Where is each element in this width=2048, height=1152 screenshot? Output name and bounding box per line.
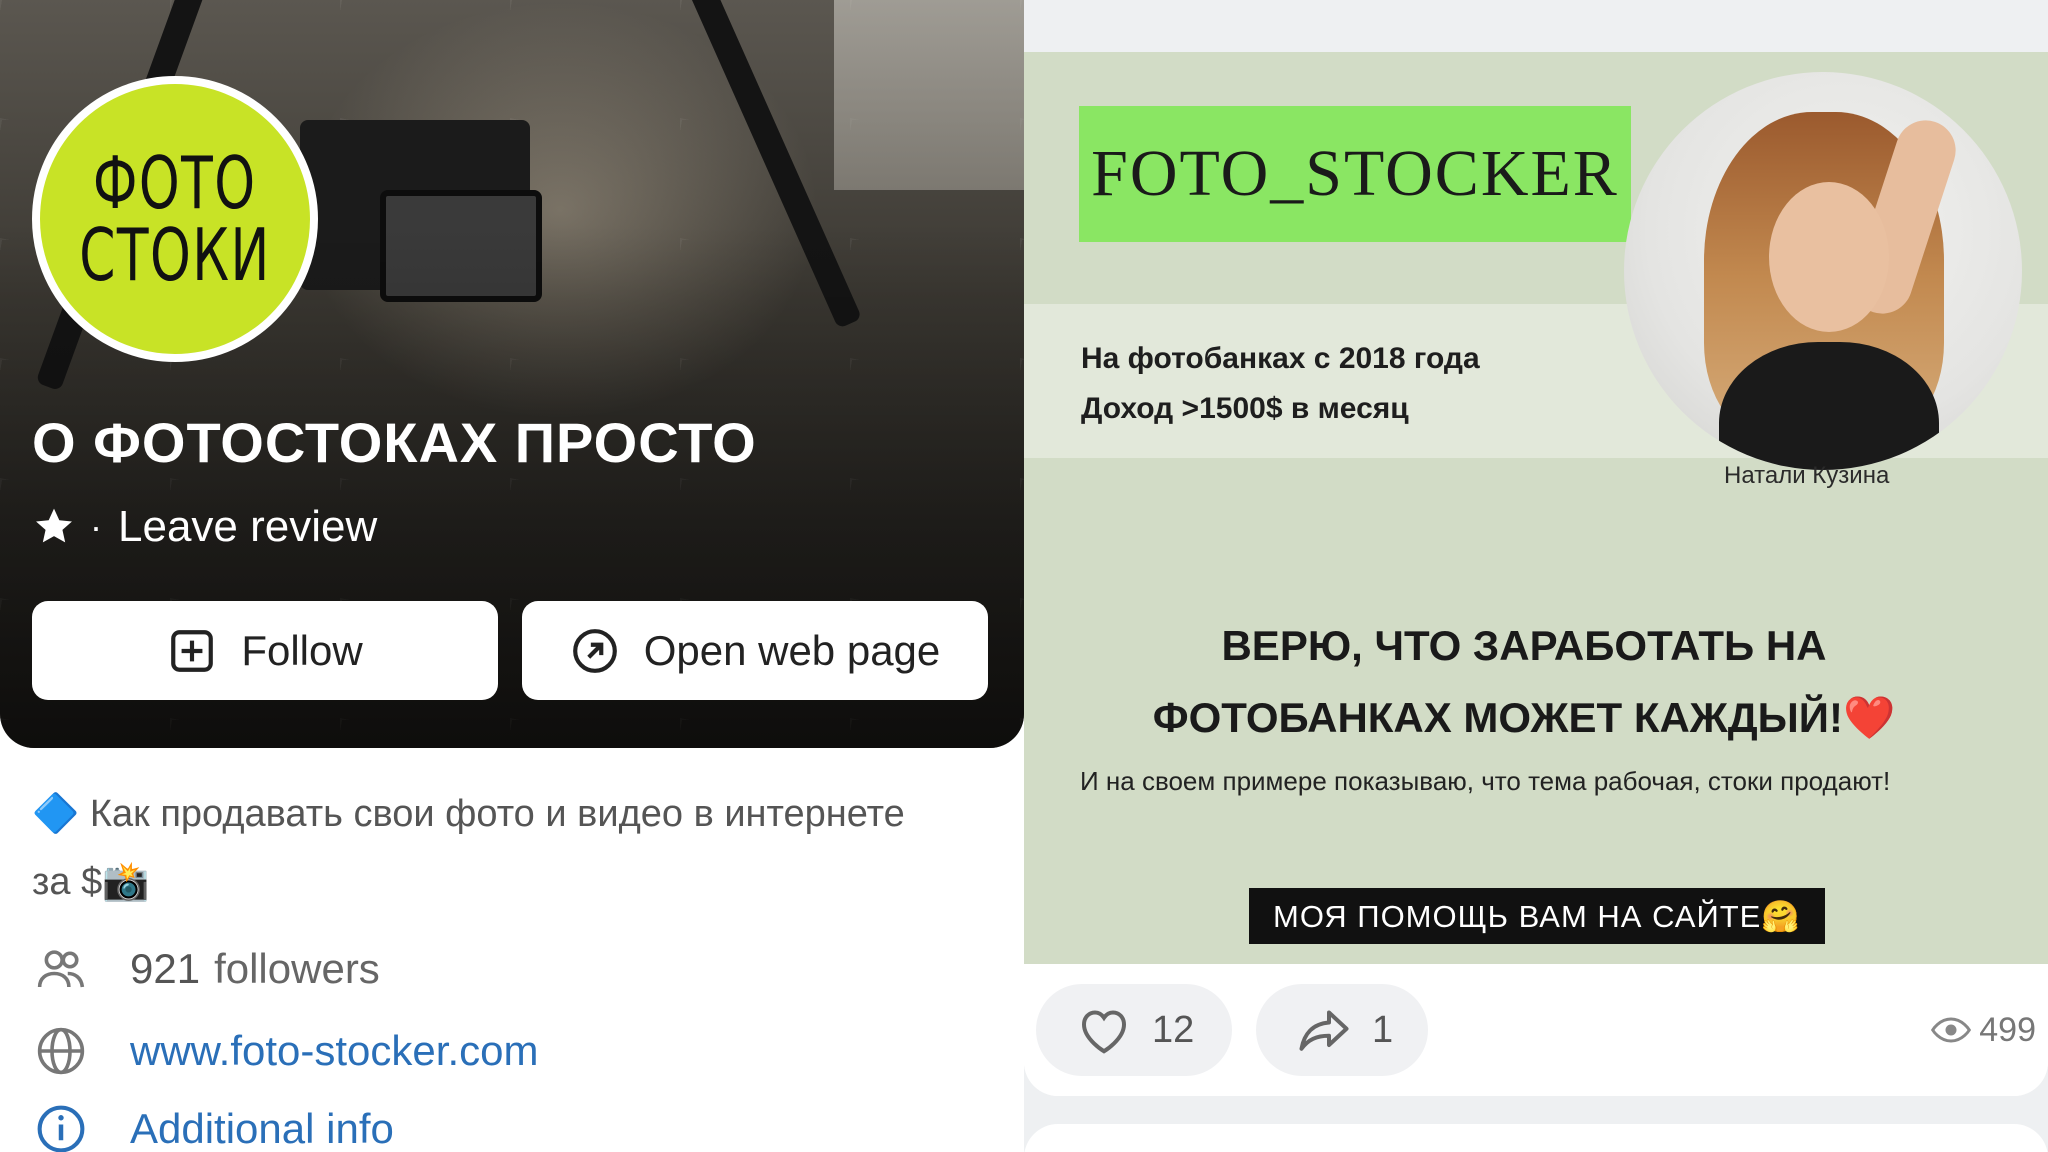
channel-description: 🔷 Как продавать свои фото и видео в инте… xyxy=(32,780,1002,916)
review-separator: · xyxy=(90,506,102,547)
heart-icon xyxy=(1081,1010,1127,1054)
brand-tag-text: FOTO_STOCKER xyxy=(1091,137,1619,210)
like-button[interactable]: 12 xyxy=(1036,984,1232,1076)
post-headline: ВЕРЮ, ЧТО ЗАРАБОТАТЬ НА ФОТОБАНКАХ МОЖЕТ… xyxy=(1024,610,2024,754)
like-count: 12 xyxy=(1152,1008,1195,1051)
description-line-2: за $📸 xyxy=(32,861,150,903)
leave-review-link[interactable]: · Leave review xyxy=(32,502,377,552)
view-counter: 499 xyxy=(1929,1008,2036,1052)
post-image[interactable]: FOTO_STOCKER На фотобанках с 2018 года Д… xyxy=(1024,52,2048,964)
channel-avatar: ФОТО СТОКИ xyxy=(32,76,318,362)
followers-label: followers xyxy=(214,945,380,992)
promo-line-2: Доход >1500$ в месяц xyxy=(1081,392,1409,425)
post-card: FOTO_STOCKER На фотобанках с 2018 года Д… xyxy=(1024,52,2048,1096)
followers-icon xyxy=(37,950,85,988)
channel-panel: ФОТО СТОКИ О ФОТОСТОКАХ ПРОСТО · Leave r… xyxy=(0,0,1024,1152)
channel-header-photo: ФОТО СТОКИ О ФОТОСТОКАХ ПРОСТО · Leave r… xyxy=(0,0,1024,748)
promo-line-1: На фотобанках с 2018 года xyxy=(1081,342,1480,375)
post-subline: И на своем примере показываю, что тема р… xyxy=(1080,766,1891,796)
help-banner: МОЯ ПОМОЩЬ ВАМ НА САЙТЕ🤗 xyxy=(1249,888,1825,944)
follow-button[interactable]: Follow xyxy=(32,601,498,700)
share-button[interactable]: 1 xyxy=(1256,984,1428,1076)
headline-line-2: ФОТОБАНКАХ МОЖЕТ КАЖДЫЙ! xyxy=(1152,694,1843,741)
info-icon xyxy=(37,1105,85,1152)
author-photo xyxy=(1624,72,2022,470)
portrait-face xyxy=(1769,182,1889,332)
followers-row: 921 followers xyxy=(32,940,380,998)
headline-line-1: ВЕРЮ, ЧТО ЗАРАБОТАТЬ НА xyxy=(1221,622,1827,669)
globe-icon xyxy=(37,1027,85,1075)
next-post-card xyxy=(1024,1124,2048,1152)
logo-line-1: ФОТО xyxy=(93,141,257,225)
post-reactions: 12 1 499 xyxy=(1024,964,2048,1096)
website-url: www.foto-stocker.com xyxy=(130,1027,539,1074)
follow-label: Follow xyxy=(241,626,363,674)
description-line-1: 🔷 Как продавать свои фото и видео в инте… xyxy=(32,793,905,835)
star-icon xyxy=(36,508,72,543)
additional-info-label: Additional info xyxy=(130,1105,394,1152)
promo-lines: На фотобанках с 2018 года Доход >1500$ в… xyxy=(1081,334,1480,434)
open-web-label: Open web page xyxy=(643,626,941,674)
additional-info-link[interactable]: Additional info xyxy=(32,1100,394,1152)
author-caption: Натали Кузина xyxy=(1724,462,1890,489)
channel-title: О ФОТОСТОКАХ ПРОСТО xyxy=(32,411,757,474)
logo-line-2: СТОКИ xyxy=(79,213,271,297)
headline-line-2-wrap: ФОТОБАНКАХ МОЖЕТ КАЖДЫЙ!❤️ xyxy=(1024,682,2024,754)
followers-count: 921 xyxy=(130,945,201,992)
heart-emoji: ❤️ xyxy=(1842,694,1896,741)
post-panel: FOTO_STOCKER На фотобанках с 2018 года Д… xyxy=(1024,0,2048,1152)
share-count: 1 xyxy=(1372,1008,1394,1051)
website-link[interactable]: www.foto-stocker.com xyxy=(32,1022,538,1080)
share-icon xyxy=(1299,1010,1349,1051)
arrow-circle-icon xyxy=(572,628,617,673)
plus-square-icon xyxy=(171,629,214,672)
view-count: 499 xyxy=(1979,1010,2036,1049)
open-web-page-button[interactable]: Open web page xyxy=(522,601,988,700)
review-label: Leave review xyxy=(118,502,378,551)
eye-icon xyxy=(1931,1017,1972,1043)
brand-tag: FOTO_STOCKER xyxy=(1079,106,1631,242)
